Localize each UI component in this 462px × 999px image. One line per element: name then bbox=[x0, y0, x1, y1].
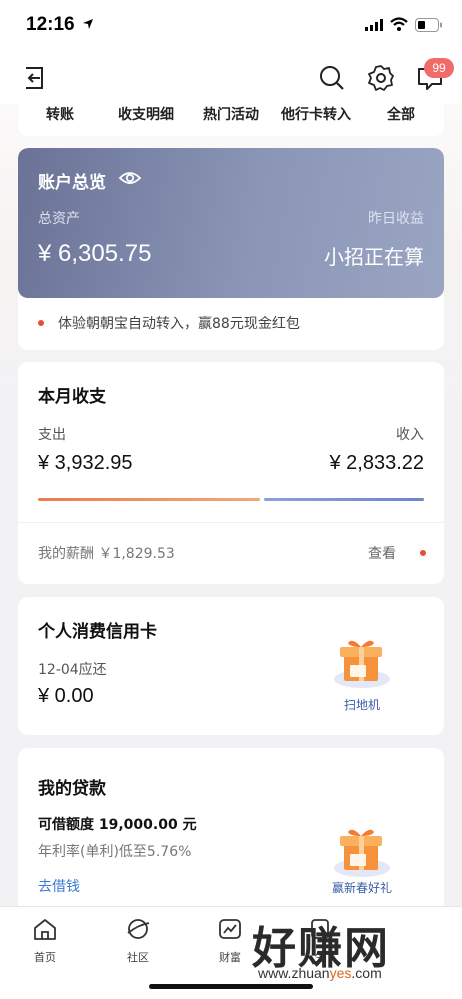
account-title: 账户总览 bbox=[38, 173, 106, 193]
credit-card-section[interactable]: 个人消费信用卡 12-04应还 ¥ 0.00 扫地机 bbox=[18, 597, 444, 735]
quick-link-other-bank[interactable]: 他行卡转入 bbox=[271, 104, 361, 124]
account-summary-panel[interactable]: 账户总览 总资产 昨日收益 ¥ 6,305.75 小招正在算 bbox=[18, 148, 444, 298]
yesterday-earnings-label: 昨日收益 bbox=[368, 211, 424, 227]
status-time: 12:16 bbox=[26, 14, 75, 35]
monthly-summary-card[interactable]: 本月收支 支出 收入 ¥ 3,932.95 ¥ 2,833.22 我的薪酬 ￥1… bbox=[18, 362, 444, 584]
community-icon bbox=[127, 919, 150, 939]
expense-label: 支出 bbox=[38, 427, 66, 443]
expense-bar bbox=[38, 498, 260, 501]
watermark-url-b: yes bbox=[329, 965, 352, 981]
logout-icon[interactable] bbox=[20, 64, 48, 92]
gift-box-icon[interactable] bbox=[332, 824, 392, 880]
location-arrow-icon bbox=[83, 19, 93, 29]
message-badge: 99 bbox=[424, 58, 454, 78]
loan-rate: 年利率(单利)低至5.76% bbox=[38, 844, 192, 860]
credit-card-title: 个人消费信用卡 bbox=[38, 622, 157, 642]
total-assets-amount: ¥ 6,305.75 bbox=[38, 240, 152, 267]
quick-link-all[interactable]: 全部 bbox=[356, 104, 446, 124]
total-assets-label: 总资产 bbox=[38, 211, 80, 227]
eye-icon[interactable] bbox=[118, 168, 142, 188]
credit-gift-label[interactable]: 扫地机 bbox=[312, 696, 412, 713]
expense-amount: ¥ 3,932.95 bbox=[38, 452, 133, 474]
promo-banner-text[interactable]: 体验朝朝宝自动转入，赢88元现金红包 bbox=[58, 313, 300, 333]
borrow-link[interactable]: 去借钱 bbox=[38, 876, 80, 896]
tab-wealth-label: 财富 bbox=[219, 951, 241, 964]
tab-home-label: 首页 bbox=[34, 951, 56, 964]
wifi-icon bbox=[390, 17, 408, 31]
gift-box-icon[interactable] bbox=[332, 635, 392, 691]
tab-home[interactable]: 首页 bbox=[15, 917, 75, 965]
promo-dot bbox=[38, 320, 44, 326]
watermark-url-a: www.zhuan bbox=[258, 965, 330, 981]
home-indicator bbox=[149, 984, 313, 989]
status-bar: 12:16 bbox=[0, 0, 462, 52]
tab-community[interactable]: 社区 bbox=[108, 917, 168, 965]
search-icon[interactable] bbox=[318, 64, 346, 92]
signal-icon bbox=[365, 19, 383, 31]
wealth-icon bbox=[219, 919, 241, 939]
battery-icon bbox=[415, 18, 442, 32]
quick-link-statement[interactable]: 收支明细 bbox=[101, 104, 191, 124]
home-icon bbox=[34, 919, 56, 940]
monthly-title: 本月收支 bbox=[38, 387, 106, 407]
quick-link-events[interactable]: 热门活动 bbox=[186, 104, 276, 124]
view-salary-link[interactable]: 查看 bbox=[368, 543, 396, 563]
divider bbox=[18, 522, 444, 523]
loan-limit: 可借额度 19,000.00 元 bbox=[38, 817, 197, 833]
due-amount: ¥ 0.00 bbox=[38, 685, 94, 707]
gear-icon[interactable] bbox=[367, 64, 395, 92]
tab-community-label: 社区 bbox=[127, 951, 149, 964]
loan-section[interactable]: 我的贷款 可借额度 19,000.00 元 年利率(单利)低至5.76% 去借钱… bbox=[18, 748, 444, 918]
income-label: 收入 bbox=[396, 427, 424, 443]
yesterday-earnings-value: 小招正在算 bbox=[324, 245, 424, 269]
income-bar bbox=[264, 498, 424, 501]
tab-wealth[interactable]: 财富 bbox=[200, 917, 260, 965]
watermark-url-c: .com bbox=[351, 965, 382, 981]
loan-title: 我的贷款 bbox=[38, 779, 106, 799]
loan-gift-label[interactable]: 赢新春好礼 bbox=[312, 879, 412, 896]
income-amount: ¥ 2,833.22 bbox=[329, 452, 424, 474]
watermark-url: www.zhuanyes.com bbox=[258, 965, 382, 981]
salary-text: 我的薪酬 ￥1,829.53 bbox=[38, 546, 175, 562]
notification-dot bbox=[420, 550, 426, 556]
quick-link-transfer[interactable]: 转账 bbox=[15, 104, 105, 124]
due-date-label: 12-04应还 bbox=[38, 662, 107, 678]
account-overview-card[interactable]: 账户总览 总资产 昨日收益 ¥ 6,305.75 小招正在算 体验朝朝宝自动转入… bbox=[18, 148, 444, 350]
